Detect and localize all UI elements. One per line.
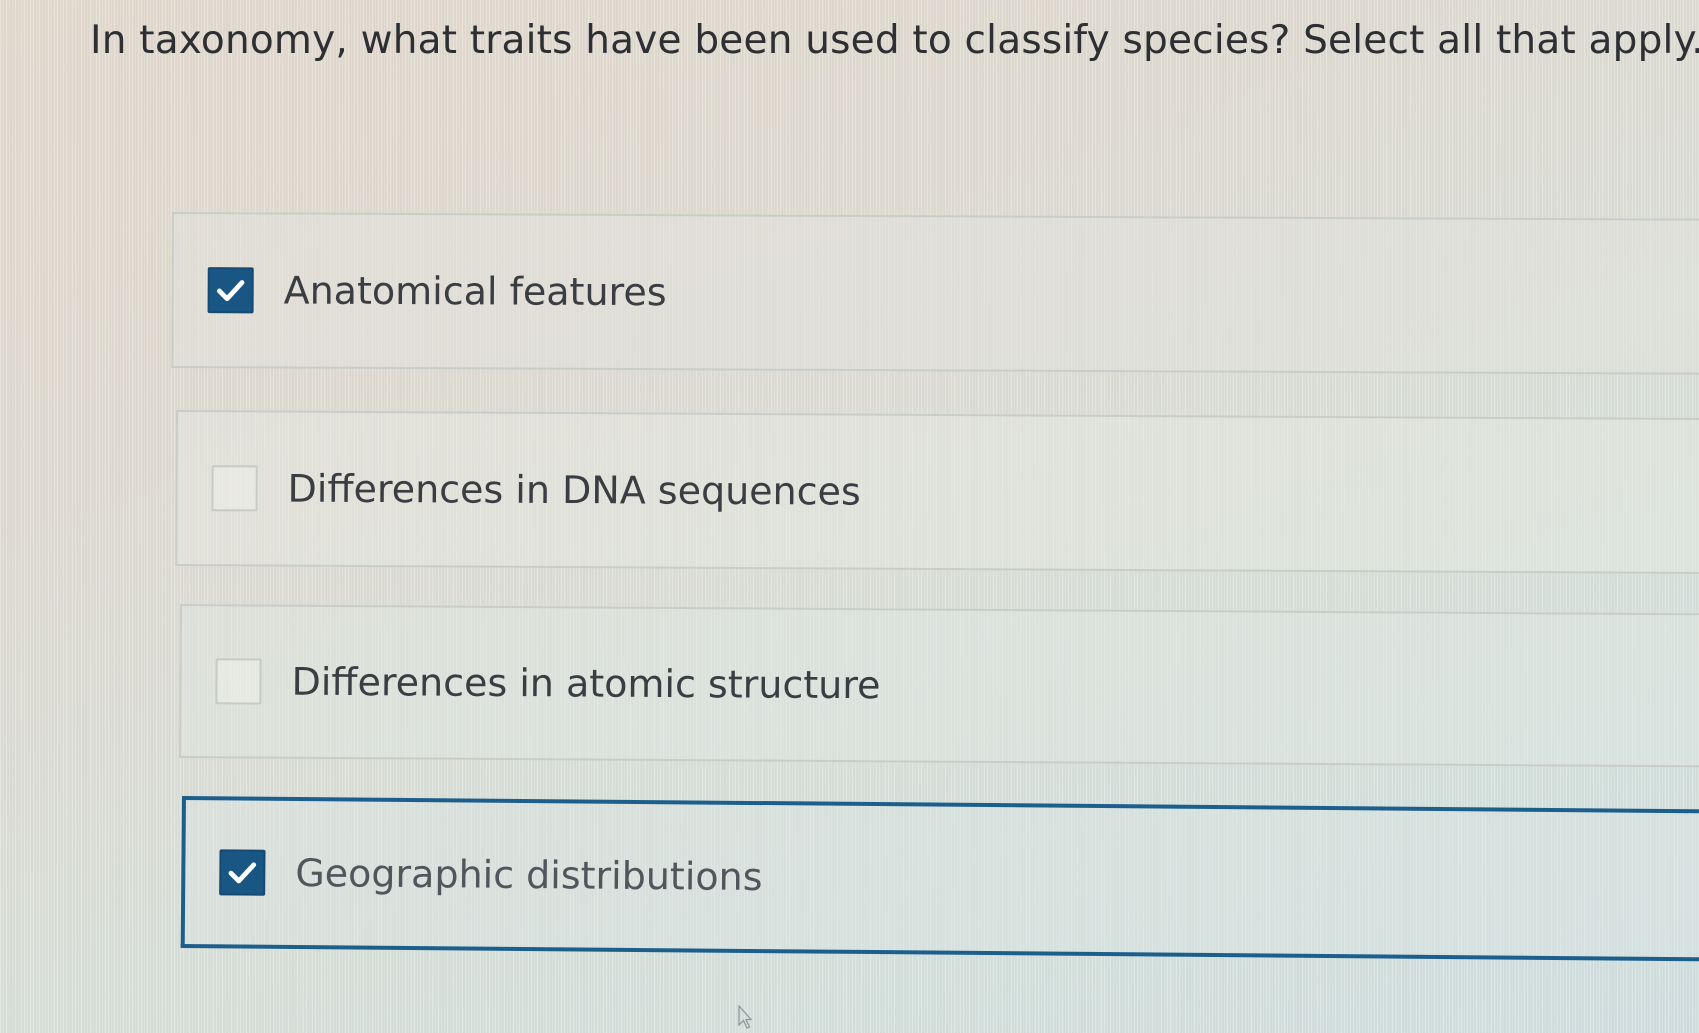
option-anatomical-features[interactable]: Anatomical features (171, 212, 1699, 375)
option-label: Differences in atomic structure (291, 659, 881, 708)
checkbox-dna-sequences[interactable] (211, 465, 258, 512)
option-label: Geographic distributions (295, 850, 763, 900)
option-dna-sequences[interactable]: Differences in DNA sequences (175, 410, 1699, 575)
option-atomic-structure[interactable]: Differences in atomic structure (179, 604, 1699, 768)
checkmark-icon (216, 280, 245, 302)
answer-options: Anatomical features Differences in DNA s… (0, 0, 1699, 1033)
checkbox-anatomical-features[interactable] (207, 267, 254, 314)
option-label: Differences in DNA sequences (287, 466, 861, 514)
option-label: Anatomical features (283, 268, 667, 315)
checkbox-atomic-structure[interactable] (215, 658, 262, 705)
checkbox-geographic-distributions[interactable] (219, 849, 266, 896)
checkmark-icon (228, 862, 257, 884)
mouse-cursor-icon (738, 1005, 752, 1029)
option-geographic-distributions[interactable]: Geographic distributions (180, 796, 1699, 962)
